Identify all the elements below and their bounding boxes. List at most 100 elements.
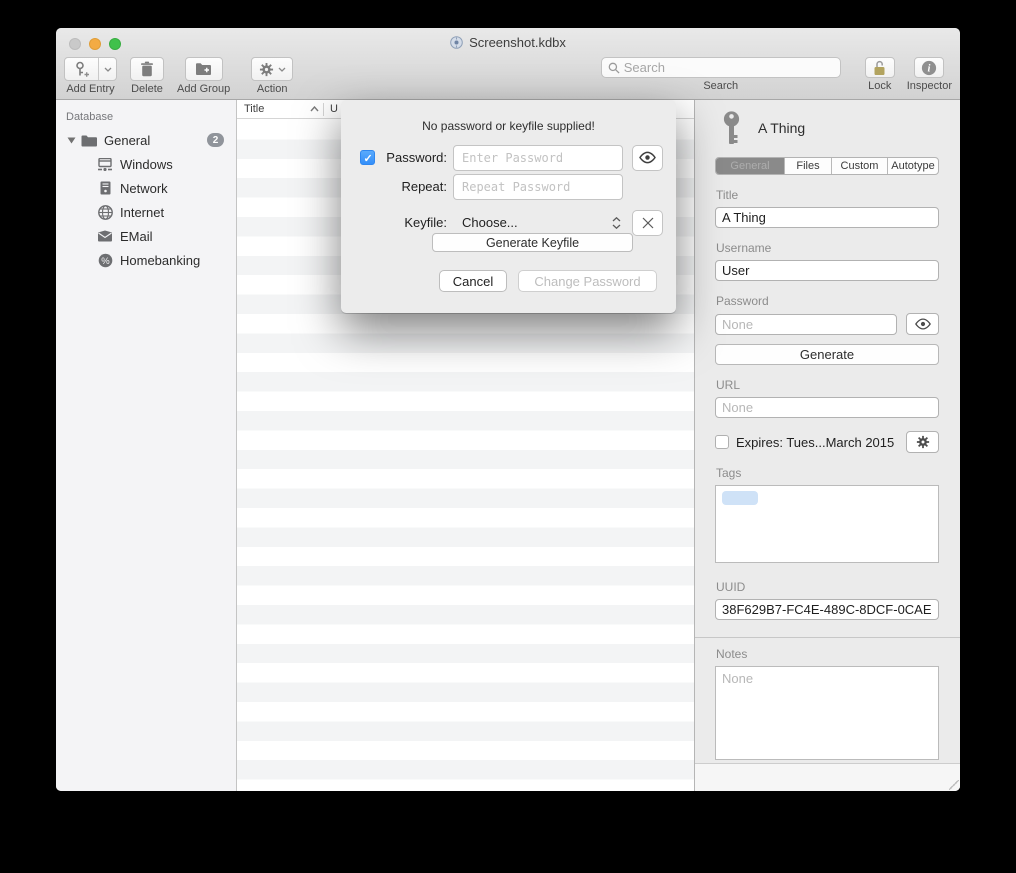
password-field-label: Password [716,294,939,308]
column-header-title[interactable]: Title [237,103,310,115]
uuid-field[interactable] [715,599,939,620]
password-checkbox[interactable] [360,150,375,165]
sidebar-item-general[interactable]: General 2 [56,128,236,152]
repeat-row: Repeat: [341,173,676,200]
entry-title: A Thing [758,120,805,136]
title-field-label: Title [716,188,939,202]
search-icon [608,62,620,74]
search-label: Search [703,80,738,92]
url-field[interactable] [715,397,939,418]
percent-icon: % [96,253,114,268]
info-icon: i [921,60,937,76]
add-entry-label: Add Entry [66,83,114,95]
dialog-buttons: Cancel Change Password [341,270,676,292]
lock-label: Lock [868,80,891,92]
folder-plus-icon [195,62,212,76]
inspector-panel: A Thing General Files Custom Autotype Ti… [695,100,960,791]
search-input[interactable] [624,60,834,75]
title-field[interactable] [715,207,939,228]
sidebar-item-windows[interactable]: Windows [56,152,236,176]
sidebar-header: Database [56,108,236,128]
search-field[interactable] [601,57,841,78]
action-toolbar-item: Action [251,57,293,100]
uuid-label: UUID [716,580,939,594]
key-icon [722,111,741,145]
column-divider[interactable] [323,103,324,116]
sidebar-item-network[interactable]: Network [56,176,236,200]
search-toolbar-item: Search [601,57,841,100]
add-group-label: Add Group [177,83,230,95]
toolbar-right: Search Lock i Inspe [601,57,952,100]
inspector-footer [695,763,960,791]
sidebar-item-email[interactable]: EMail [56,224,236,248]
entry-count-badge: 2 [207,133,224,147]
sidebar-item-label: EMail [120,229,153,244]
folder-icon [80,134,98,147]
add-group-toolbar-item: Add Group [177,57,230,100]
clear-keyfile-button[interactable] [632,210,663,236]
lock-button[interactable] [865,57,895,78]
disclosure-triangle-icon[interactable] [64,137,78,144]
password-field[interactable] [715,314,897,335]
close-x-icon [642,217,654,229]
generate-keyfile-button[interactable]: Generate Keyfile [432,233,633,252]
inspector-label: Inspector [907,80,952,92]
expires-settings-button[interactable] [906,431,939,453]
sidebar-item-homebanking[interactable]: % Homebanking [56,248,236,272]
tab-general[interactable]: General [716,158,784,174]
gear-icon [916,435,930,449]
eye-icon [914,318,932,330]
repeat-input[interactable] [453,174,623,200]
resize-grip[interactable] [949,780,959,790]
app-window: Screenshot.kdbx Add Entry [56,28,960,791]
keyfile-label: Keyfile: [375,215,447,230]
username-field[interactable] [715,260,939,281]
sidebar-item-label: Homebanking [120,253,200,268]
change-password-button[interactable]: Change Password [518,270,657,292]
add-entry-dropdown-arrow[interactable] [98,58,116,80]
delete-label: Delete [131,83,163,95]
tag-pill[interactable] [722,491,758,505]
notes-field[interactable] [715,666,939,760]
trash-icon [140,61,154,77]
envelope-icon [96,230,114,242]
lock-toolbar-item: Lock [865,57,895,100]
inspector-tabs: General Files Custom Autotype [715,157,939,175]
notes-label: Notes [716,647,939,661]
password-input[interactable] [453,145,623,171]
sort-ascending-icon [310,106,319,112]
sidebar: Database General 2 Windows [56,100,237,791]
keyfile-row: Keyfile: Choose... [341,209,676,236]
delete-toolbar-item: Delete [130,57,164,100]
tab-autotype[interactable]: Autotype [887,158,938,174]
expires-checkbox[interactable] [715,435,729,449]
inspector-button[interactable]: i [914,57,944,78]
generate-password-button[interactable]: Generate [715,344,939,365]
inspector-toolbar-item: i Inspector [907,57,952,100]
window-title-text: Screenshot.kdbx [469,35,566,50]
add-group-button[interactable] [185,57,223,81]
keyfile-popup-value: Choose... [453,215,518,230]
reveal-password-button[interactable] [632,145,663,171]
action-button[interactable] [251,57,293,81]
delete-button[interactable] [130,57,164,81]
inspector-content: A Thing General Files Custom Autotype Ti… [695,100,960,763]
tab-custom[interactable]: Custom [831,158,887,174]
globe-icon [96,205,114,220]
window-title: Screenshot.kdbx [56,35,960,50]
sidebar-item-label: General [104,133,150,148]
stepper-icon [612,217,621,229]
keyfile-popup[interactable]: Choose... [453,215,623,230]
sidebar-item-label: Internet [120,205,164,220]
sidebar-item-label: Windows [120,157,173,172]
cancel-button[interactable]: Cancel [439,270,507,292]
add-entry-button[interactable] [64,57,117,81]
reveal-password-button[interactable] [906,313,939,335]
windows-group-icon [96,158,114,171]
sidebar-item-internet[interactable]: Internet [56,200,236,224]
tab-files[interactable]: Files [784,158,831,174]
tags-box[interactable] [715,485,939,563]
column-header-username[interactable]: U [330,103,338,115]
expires-label: Expires: Tues...March 2015 [736,435,894,450]
sidebar-item-label: Network [120,181,168,196]
